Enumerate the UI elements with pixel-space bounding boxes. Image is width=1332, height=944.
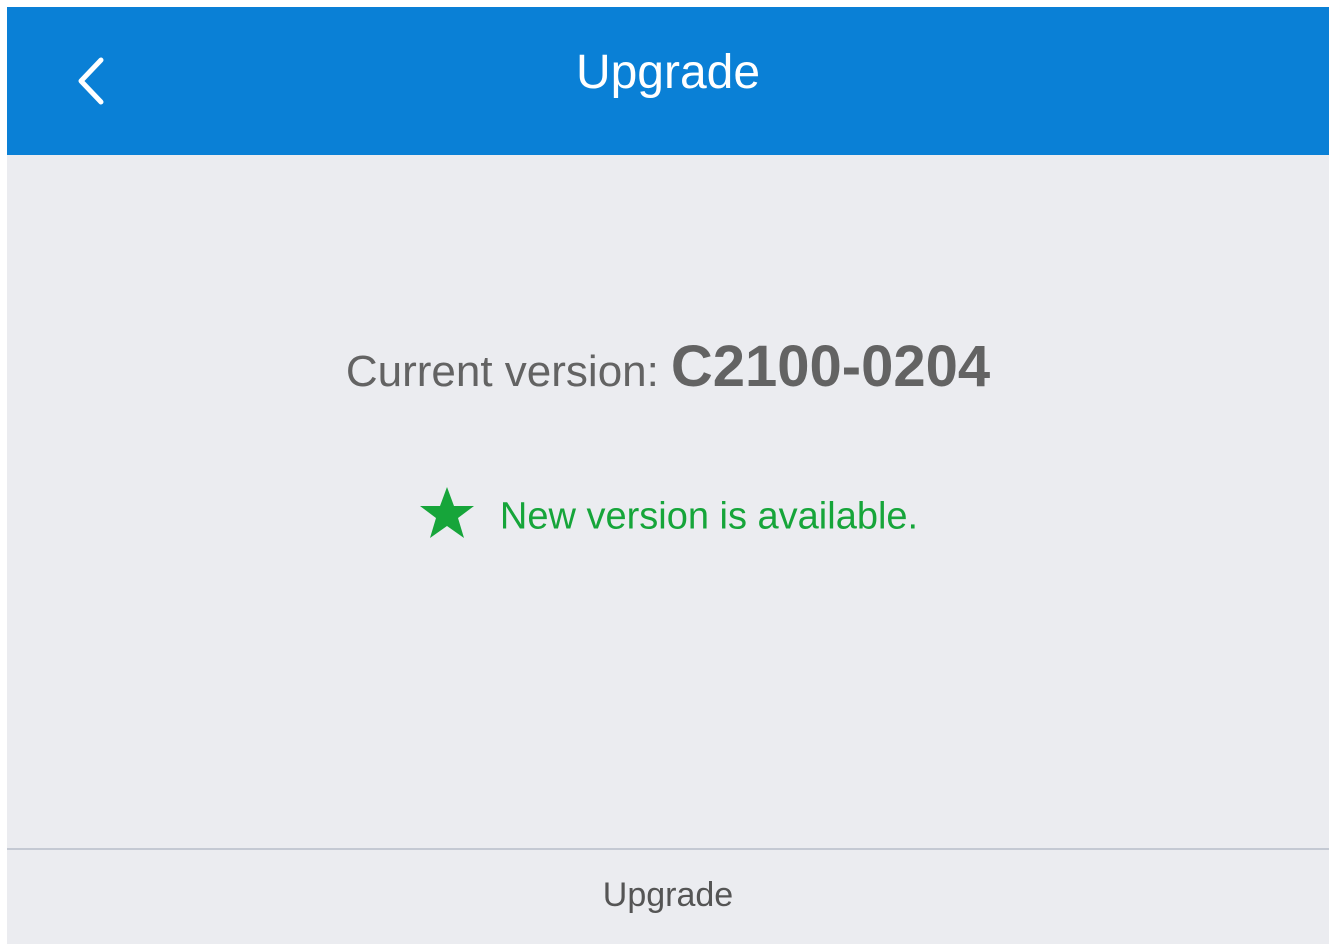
current-version-row: Current version: C2100-0204 [7,333,1329,400]
header-bar: Upgrade [7,7,1329,155]
current-version-label: Current version: [345,347,659,396]
update-status-text: New version is available. [499,495,919,538]
star-icon [419,487,474,538]
page-title: Upgrade [575,46,761,99]
update-status-row: New version is available. [7,487,1329,545]
upgrade-screen: Upgrade Current version: C2100-0204 New v… [7,7,1329,944]
upgrade-button[interactable]: Upgrade [7,850,1329,944]
current-version-value: C2100-0204 [670,334,991,399]
